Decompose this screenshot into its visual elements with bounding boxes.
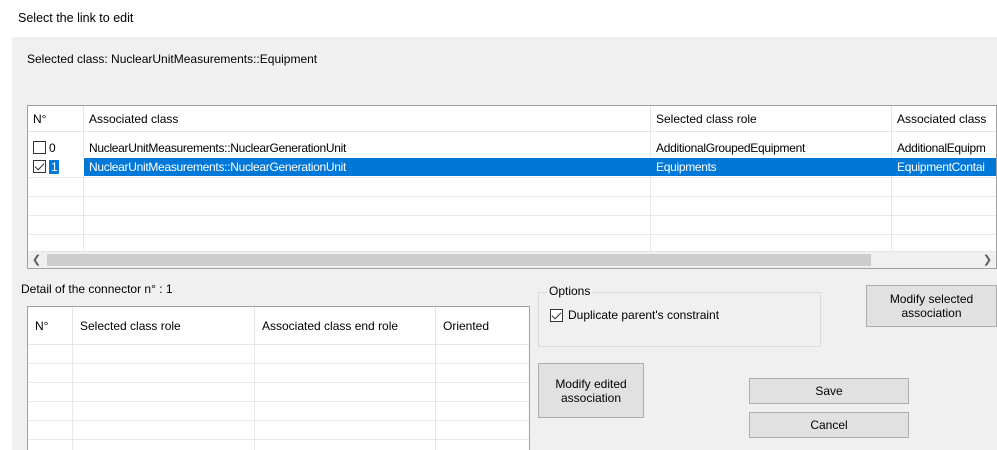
row-divider bbox=[28, 215, 996, 216]
column-header-selected-class-role[interactable]: Selected class role bbox=[73, 307, 255, 345]
duplicate-constraint-label: Duplicate parent's constraint bbox=[568, 308, 720, 322]
row-associated-class: NuclearUnitMeasurements::NuclearGenerati… bbox=[84, 158, 651, 176]
row-number: 1 bbox=[49, 160, 60, 174]
table-row[interactable]: 0 NuclearUnitMeasurements::NuclearGenera… bbox=[28, 139, 996, 157]
detail-grid-header: N° Selected class role Associated class … bbox=[28, 307, 529, 345]
links-grid-header: N° Associated class Selected class role … bbox=[28, 106, 996, 132]
modify-selected-association-button[interactable]: Modify selected association bbox=[866, 285, 997, 327]
row-divider bbox=[28, 439, 529, 440]
links-grid[interactable]: N° Associated class Selected class role … bbox=[27, 105, 997, 269]
duplicate-constraint-checkbox[interactable]: Duplicate parent's constraint bbox=[550, 308, 719, 322]
save-button[interactable]: Save bbox=[749, 378, 909, 404]
row-divider bbox=[28, 363, 529, 364]
row-associated-class-role: AdditionalEquipm bbox=[897, 141, 986, 155]
detail-label: Detail of the connector n° : 1 bbox=[21, 282, 173, 296]
grid-divider bbox=[254, 345, 255, 450]
row-checkbox[interactable] bbox=[33, 160, 46, 174]
row-selected-class-role: Equipments bbox=[651, 158, 892, 176]
row-checkbox[interactable] bbox=[33, 141, 46, 155]
column-header-number[interactable]: N° bbox=[28, 106, 84, 132]
row-number: 0 bbox=[49, 141, 56, 155]
selected-class-label: Selected class: NuclearUnitMeasurements:… bbox=[27, 52, 318, 66]
detail-grid[interactable]: N° Selected class role Associated class … bbox=[27, 306, 530, 450]
row-divider bbox=[28, 196, 996, 197]
column-header-selected-class-role[interactable]: Selected class role bbox=[651, 106, 892, 132]
scrollbar-thumb[interactable] bbox=[47, 254, 871, 266]
chevron-left-icon[interactable]: ❮ bbox=[28, 252, 45, 268]
column-header-associated-class[interactable]: Associated class bbox=[84, 106, 651, 132]
row-divider bbox=[28, 177, 996, 178]
row-selected-class-role: AdditionalGroupedEquipment bbox=[656, 141, 805, 155]
table-row[interactable]: 1 NuclearUnitMeasurements::NuclearGenera… bbox=[28, 158, 996, 176]
column-header-associated-class-role[interactable]: Associated class bbox=[892, 106, 996, 132]
row-divider bbox=[28, 401, 529, 402]
title-strip: Select the link to edit bbox=[0, 0, 997, 37]
grid-divider bbox=[435, 345, 436, 450]
chevron-right-icon[interactable]: ❯ bbox=[979, 252, 996, 268]
column-header-associated-class-end-role[interactable]: Associated class end role bbox=[255, 307, 436, 345]
row-divider bbox=[28, 420, 529, 421]
horizontal-scrollbar[interactable]: ❮ ❯ bbox=[28, 251, 996, 268]
window-title: Select the link to edit bbox=[18, 11, 134, 25]
row-associated-class: NuclearUnitMeasurements::NuclearGenerati… bbox=[89, 141, 346, 155]
column-header-number[interactable]: N° bbox=[28, 307, 73, 345]
cancel-button[interactable]: Cancel bbox=[749, 412, 909, 438]
row-associated-class-role: EquipmentContai bbox=[892, 158, 996, 176]
checkbox[interactable] bbox=[550, 308, 563, 322]
column-header-oriented[interactable]: Oriented bbox=[436, 307, 529, 345]
modify-edited-association-button[interactable]: Modify edited association bbox=[538, 363, 644, 418]
row-divider bbox=[28, 234, 996, 235]
grid-divider bbox=[72, 345, 73, 450]
options-legend: Options bbox=[547, 284, 593, 298]
row-divider bbox=[28, 382, 529, 383]
